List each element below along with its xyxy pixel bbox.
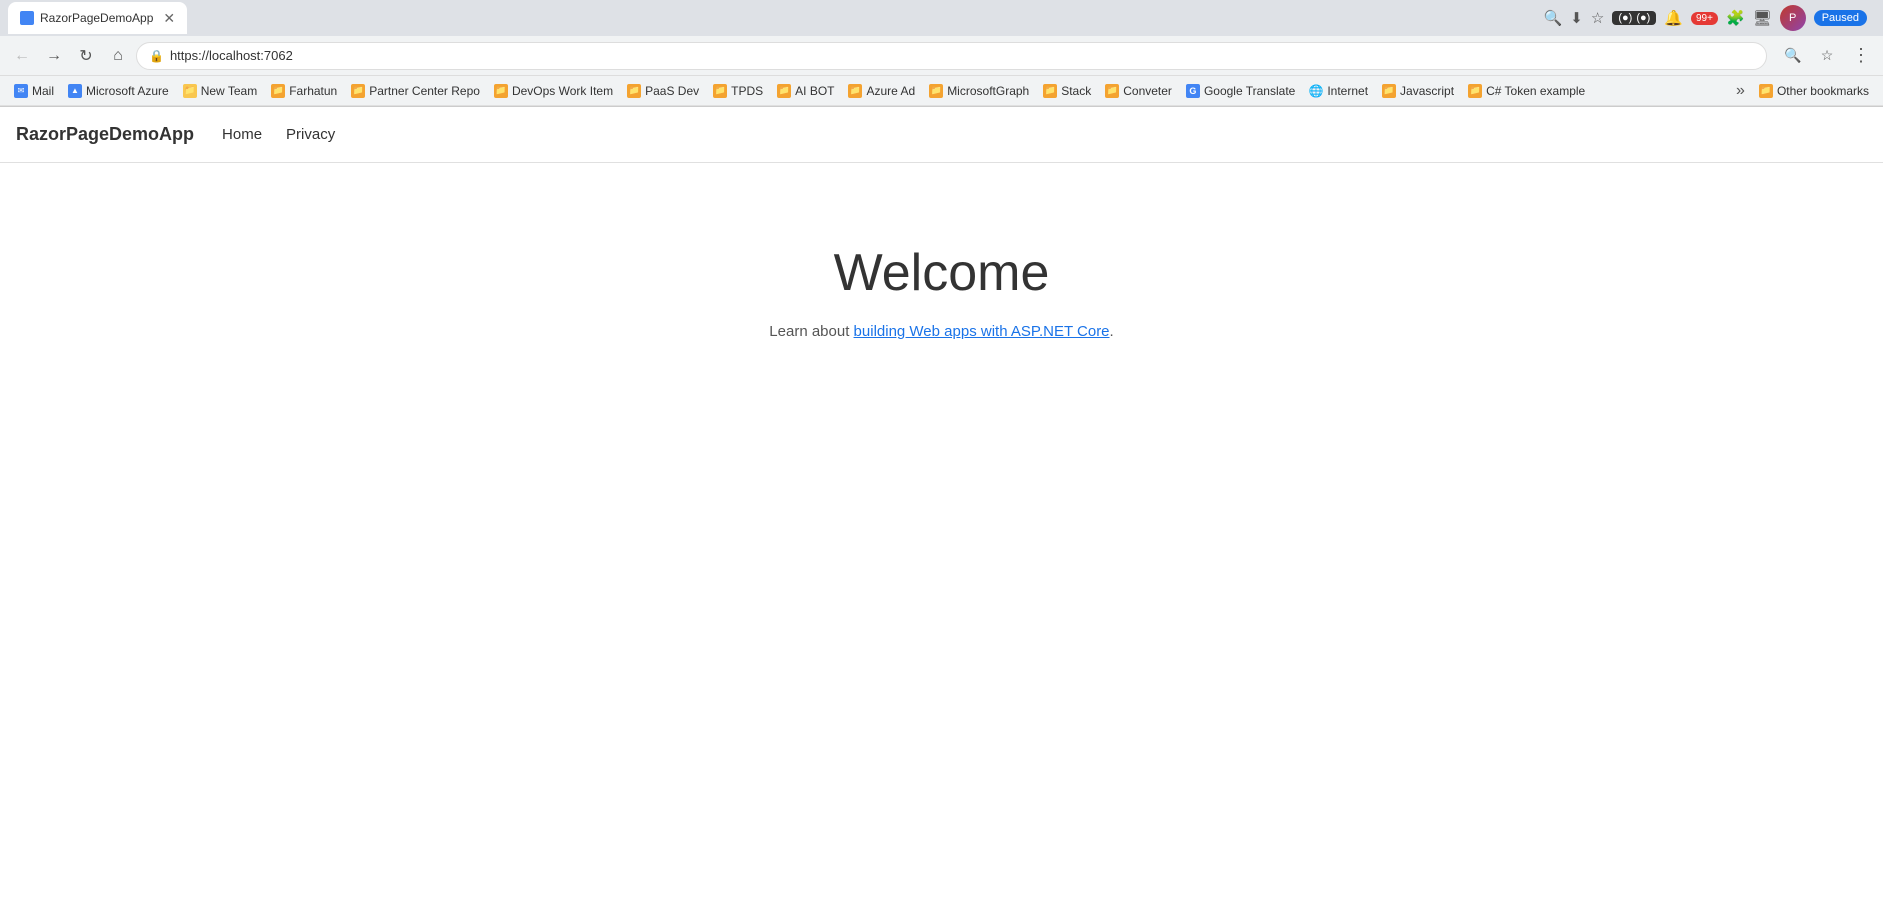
bookmark-stack[interactable]: 📁 Stack bbox=[1037, 79, 1097, 103]
bookmark-devops-label: DevOps Work Item bbox=[512, 84, 613, 98]
other-bookmarks-icon: 📁 bbox=[1759, 84, 1773, 98]
bookmark-mail-icon: ✉ bbox=[14, 84, 28, 98]
bookmark-internet-label: Internet bbox=[1327, 84, 1368, 98]
bookmark-internet[interactable]: 🌐 Internet bbox=[1303, 79, 1374, 103]
other-bookmarks-label: Other bookmarks bbox=[1777, 84, 1869, 98]
notification-icon[interactable]: 🔔 bbox=[1664, 9, 1683, 27]
bookmark-mail[interactable]: ✉ Mail bbox=[8, 79, 60, 103]
bookmark-internet-icon: 🌐 bbox=[1309, 84, 1323, 98]
bookmark-aibot-icon: 📁 bbox=[777, 84, 791, 98]
paused-label: Paused bbox=[1822, 12, 1859, 24]
nav-bar: ← → ↻ ⌂ 🔒 https://localhost:7062 🔍 ☆ ⋮ bbox=[0, 36, 1883, 76]
bookmark-new-team[interactable]: 📁 New Team bbox=[177, 79, 263, 103]
tab-star-icon[interactable]: ☆ bbox=[1591, 9, 1604, 27]
bookmark-googletranslate-icon: G bbox=[1186, 84, 1200, 98]
welcome-subtitle-before: Learn about bbox=[769, 323, 853, 340]
bookmark-devops[interactable]: 📁 DevOps Work Item bbox=[488, 79, 619, 103]
security-lock-icon: 🔒 bbox=[149, 49, 164, 63]
reload-button[interactable]: ↻ bbox=[72, 42, 100, 70]
bookmark-farhatun-label: Farhatun bbox=[289, 84, 337, 98]
bookmark-azuread-icon: 📁 bbox=[848, 84, 862, 98]
welcome-title: Welcome bbox=[834, 243, 1050, 303]
bookmark-new-team-label: New Team bbox=[201, 84, 257, 98]
nav-right-controls: 🔍 ☆ ⋮ bbox=[1779, 42, 1875, 70]
bookmark-azure-icon: ▲ bbox=[68, 84, 82, 98]
other-bookmarks[interactable]: 📁 Other bookmarks bbox=[1753, 82, 1875, 100]
more-bookmarks-button[interactable]: » bbox=[1730, 80, 1751, 102]
welcome-subtitle-after: . bbox=[1110, 323, 1114, 340]
bookmark-msgraph[interactable]: 📁 MicrosoftGraph bbox=[923, 79, 1035, 103]
bookmark-tpds-icon: 📁 bbox=[713, 84, 727, 98]
bookmark-azure-ad[interactable]: 📁 Azure Ad bbox=[842, 79, 921, 103]
profile-avatar[interactable]: P bbox=[1780, 5, 1806, 31]
bookmarks-bar: ✉ Mail ▲ Microsoft Azure 📁 New Team 📁 Fa… bbox=[0, 76, 1883, 106]
main-content: Welcome Learn about building Web apps wi… bbox=[0, 163, 1883, 340]
bookmark-msgraph-label: MicrosoftGraph bbox=[947, 84, 1029, 98]
bookmark-google-translate[interactable]: G Google Translate bbox=[1180, 79, 1301, 103]
bookmark-js-icon: 📁 bbox=[1382, 84, 1396, 98]
browser-chrome: RazorPageDemoApp ✕ 🔍 ⬇ ☆ (●) (●) 🔔 99+ 🧩… bbox=[0, 0, 1883, 107]
bookmark-aibot-label: AI BOT bbox=[795, 84, 834, 98]
zoom-icon[interactable]: 🔍 bbox=[1779, 42, 1807, 70]
app-nav-links: Home Privacy bbox=[218, 122, 339, 147]
bookmark-csharp-label: C# Token example bbox=[1486, 84, 1585, 98]
bookmark-paas[interactable]: 📁 PaaS Dev bbox=[621, 79, 705, 103]
bookmark-icon[interactable]: ☆ bbox=[1813, 42, 1841, 70]
bookmark-partner-icon: 📁 bbox=[351, 84, 365, 98]
bookmark-tpds[interactable]: 📁 TPDS bbox=[707, 79, 769, 103]
bookmark-csharp-icon: 📁 bbox=[1468, 84, 1482, 98]
bookmark-partner-center[interactable]: 📁 Partner Center Repo bbox=[345, 79, 486, 103]
extensions-icon[interactable]: 🧩 bbox=[1726, 9, 1745, 27]
bookmark-farhatun-icon: 📁 bbox=[271, 84, 285, 98]
bookmark-paas-label: PaaS Dev bbox=[645, 84, 699, 98]
bookmark-js-label: Javascript bbox=[1400, 84, 1454, 98]
tab-title: RazorPageDemoApp bbox=[40, 11, 153, 25]
bookmark-ai-bot[interactable]: 📁 AI BOT bbox=[771, 79, 840, 103]
active-tab[interactable]: RazorPageDemoApp ✕ bbox=[8, 2, 187, 34]
address-bar[interactable]: 🔒 https://localhost:7062 bbox=[136, 42, 1767, 70]
forward-button[interactable]: → bbox=[40, 42, 68, 70]
bookmark-stack-label: Stack bbox=[1061, 84, 1091, 98]
bookmark-azuread-label: Azure Ad bbox=[866, 84, 915, 98]
bookmark-microsoft-azure[interactable]: ▲ Microsoft Azure bbox=[62, 79, 175, 103]
nav-link-home[interactable]: Home bbox=[218, 122, 266, 147]
bookmark-farhatun[interactable]: 📁 Farhatun bbox=[265, 79, 343, 103]
app-brand[interactable]: RazorPageDemoApp bbox=[16, 124, 194, 145]
tab-favicon bbox=[20, 11, 34, 25]
paused-badge: Paused bbox=[1814, 10, 1867, 26]
tab-close-button[interactable]: ✕ bbox=[163, 10, 175, 27]
bookmark-conveter-label: Conveter bbox=[1123, 84, 1172, 98]
bookmark-azure-label: Microsoft Azure bbox=[86, 84, 169, 98]
welcome-subtitle: Learn about building Web apps with ASP.N… bbox=[769, 323, 1113, 340]
url-text: https://localhost:7062 bbox=[170, 48, 1754, 63]
tab-bar: RazorPageDemoApp ✕ 🔍 ⬇ ☆ (●) (●) 🔔 99+ 🧩… bbox=[0, 0, 1883, 36]
bookmark-googletranslate-label: Google Translate bbox=[1204, 84, 1295, 98]
bookmark-stack-icon: 📁 bbox=[1043, 84, 1057, 98]
home-button[interactable]: ⌂ bbox=[104, 42, 132, 70]
nav-link-privacy[interactable]: Privacy bbox=[282, 122, 339, 147]
bookmark-new-team-icon: 📁 bbox=[183, 84, 197, 98]
tab-downloads-icon[interactable]: ⬇ bbox=[1570, 9, 1583, 27]
page-content: RazorPageDemoApp Home Privacy Welcome Le… bbox=[0, 107, 1883, 340]
notification-badge: 99+ bbox=[1691, 12, 1718, 25]
bookmark-partner-label: Partner Center Repo bbox=[369, 84, 480, 98]
app-navbar: RazorPageDemoApp Home Privacy bbox=[0, 107, 1883, 163]
recording-indicator: (●) (●) bbox=[1612, 11, 1656, 25]
bookmark-conveter[interactable]: 📁 Conveter bbox=[1099, 79, 1178, 103]
browser-menu-icon[interactable]: ⋮ bbox=[1847, 42, 1875, 70]
bookmark-mail-label: Mail bbox=[32, 84, 54, 98]
bookmark-csharp-token[interactable]: 📁 C# Token example bbox=[1462, 79, 1591, 103]
aspnet-core-link[interactable]: building Web apps with ASP.NET Core bbox=[854, 323, 1110, 340]
tab-search-icon[interactable]: 🔍 bbox=[1544, 9, 1563, 27]
bookmark-paas-icon: 📁 bbox=[627, 84, 641, 98]
back-button[interactable]: ← bbox=[8, 42, 36, 70]
bookmark-conveter-icon: 📁 bbox=[1105, 84, 1119, 98]
bookmark-javascript[interactable]: 📁 Javascript bbox=[1376, 79, 1460, 103]
bookmark-tpds-label: TPDS bbox=[731, 84, 763, 98]
bookmark-devops-icon: 📁 bbox=[494, 84, 508, 98]
screen-cast-icon[interactable]: 🖥 bbox=[1753, 9, 1772, 27]
bookmark-msgraph-icon: 📁 bbox=[929, 84, 943, 98]
